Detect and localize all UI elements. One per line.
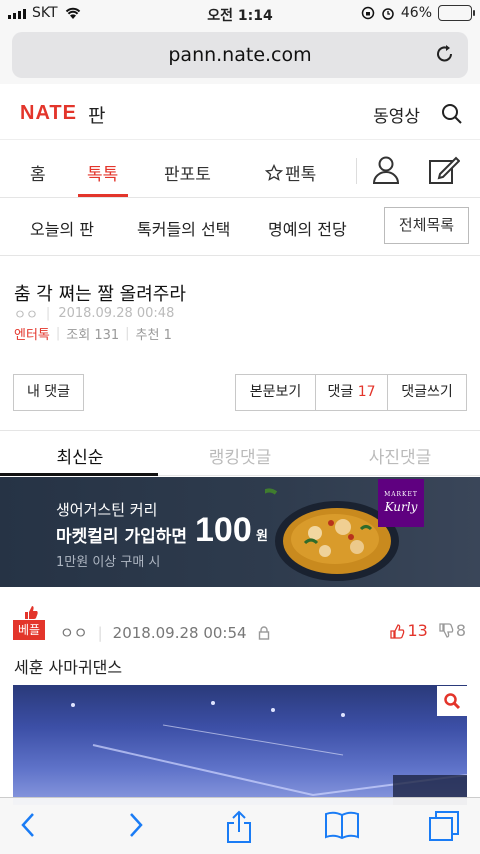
pann-logo[interactable]: 판 bbox=[88, 101, 105, 128]
reload-icon[interactable] bbox=[434, 43, 456, 65]
bookmarks-icon[interactable] bbox=[324, 810, 360, 840]
post-recommend: 추천 1 bbox=[135, 328, 172, 343]
ad-amount: 100 bbox=[195, 511, 252, 549]
upvote-button[interactable]: 13 bbox=[389, 621, 428, 640]
video-link[interactable]: 동영상 bbox=[373, 102, 420, 127]
post-views: 조회 131 bbox=[66, 328, 120, 343]
downvote-button[interactable]: 8 bbox=[438, 621, 466, 640]
thumbs-down-icon bbox=[439, 622, 454, 638]
zoom-icon bbox=[444, 693, 461, 710]
share-icon[interactable] bbox=[224, 810, 254, 844]
post-date: 2018.09.28 00:48 bbox=[58, 306, 175, 321]
rotation-lock-icon bbox=[361, 6, 375, 20]
lock-icon bbox=[258, 625, 269, 640]
my-comments-button[interactable]: 내 댓글 bbox=[13, 374, 84, 411]
user-icon[interactable] bbox=[372, 155, 400, 185]
view-post-button[interactable]: 본문보기 bbox=[235, 374, 316, 411]
tab-fantok[interactable]: 팬톡 bbox=[265, 160, 316, 185]
status-bar: SKT 오전 1:14 46% bbox=[0, 0, 480, 28]
subnav-hall-of-fame[interactable]: 명예의 전당 bbox=[268, 216, 347, 240]
comment-image[interactable] bbox=[13, 685, 467, 805]
comments-label: 댓글 bbox=[327, 384, 354, 400]
comments-count: 17 bbox=[357, 384, 376, 400]
divider bbox=[356, 158, 357, 184]
main-tabs: 홈 톡톡 판포토 팬톡 bbox=[0, 142, 480, 198]
tab-home[interactable]: 홈 bbox=[30, 160, 46, 185]
tab-ranking[interactable]: 랭킹댓글 bbox=[160, 443, 320, 468]
thumbs-up-icon bbox=[25, 606, 38, 619]
forward-icon[interactable] bbox=[124, 810, 148, 840]
url-text[interactable]: pann.nate.com bbox=[12, 44, 468, 66]
site-header: NATE 판 동영상 bbox=[0, 90, 480, 140]
write-icon[interactable] bbox=[428, 155, 460, 185]
best-reply-badge: 베플 bbox=[13, 620, 45, 640]
ad-banner[interactable]: 생어거스틴 커리 마켓컬리 가입하면 100 원 1만원 이상 구매 시 MAR… bbox=[0, 477, 480, 587]
post-stats: 엔터톡 | 조회 131 | 추천 1 bbox=[14, 324, 172, 343]
comment-date: 2018.09.28 00:54 bbox=[112, 623, 247, 642]
comment-tabs: 최신순 랭킹댓글 사진댓글 bbox=[0, 430, 480, 476]
all-list-button[interactable]: 전체목록 bbox=[384, 207, 469, 244]
address-bar[interactable]: pann.nate.com bbox=[12, 32, 468, 78]
tab-photo-comments[interactable]: 사진댓글 bbox=[320, 443, 480, 468]
post-category[interactable]: 엔터톡 bbox=[14, 324, 50, 343]
comment-author: ㅇㅇ bbox=[60, 624, 88, 642]
sub-nav: 오늘의 판 톡커들의 선택 명예의 전당 전체목록 bbox=[0, 200, 480, 256]
subnav-today[interactable]: 오늘의 판 bbox=[30, 216, 94, 240]
nate-logo[interactable]: NATE bbox=[20, 102, 77, 125]
subnav-talker-choice[interactable]: 톡커들의 선택 bbox=[137, 216, 230, 240]
star-icon bbox=[265, 163, 283, 181]
tab-fantok-label: 팬톡 bbox=[285, 165, 317, 185]
ad-line1: 생어거스틴 커리 bbox=[56, 501, 158, 519]
tab-toktok[interactable]: 톡톡 bbox=[87, 160, 118, 185]
browser-toolbar bbox=[0, 797, 480, 854]
kurly-logo: MARKET Kurly bbox=[378, 479, 424, 527]
battery-icon bbox=[438, 5, 475, 21]
upvote-count: 13 bbox=[407, 621, 428, 640]
downvote-count: 8 bbox=[455, 621, 466, 640]
battery-percent: 46% bbox=[400, 5, 432, 21]
write-comment-button[interactable]: 댓글쓰기 bbox=[387, 374, 467, 411]
post-author: ㅇㅇ bbox=[14, 308, 38, 323]
tabs-icon[interactable] bbox=[428, 810, 460, 842]
active-comment-tab-indicator bbox=[0, 473, 158, 476]
comment-text: 세훈 사마귀댄스 bbox=[14, 658, 123, 677]
image-zoom-button[interactable] bbox=[437, 686, 467, 716]
search-icon[interactable] bbox=[440, 102, 464, 126]
back-icon[interactable] bbox=[16, 810, 40, 840]
tab-latest[interactable]: 최신순 bbox=[0, 443, 160, 468]
ad-line3: 1만원 이상 구매 시 bbox=[56, 555, 161, 570]
post-title: 춤 각 쪄는 짤 올려주라 bbox=[14, 284, 186, 305]
comment-meta: ㅇㅇ | 2018.09.28 00:54 bbox=[60, 622, 271, 643]
ad-line2: 마켓컬리 가입하면 bbox=[56, 527, 188, 547]
comments-button[interactable]: 댓글 17 bbox=[315, 374, 388, 411]
post-meta: ㅇㅇ | 2018.09.28 00:48 bbox=[14, 306, 175, 323]
tab-pannphoto[interactable]: 판포토 bbox=[164, 160, 211, 185]
alarm-icon bbox=[382, 8, 394, 20]
thumbs-up-icon bbox=[390, 623, 405, 639]
active-tab-indicator bbox=[78, 194, 128, 197]
comment-votes: 13 8 bbox=[389, 621, 466, 640]
